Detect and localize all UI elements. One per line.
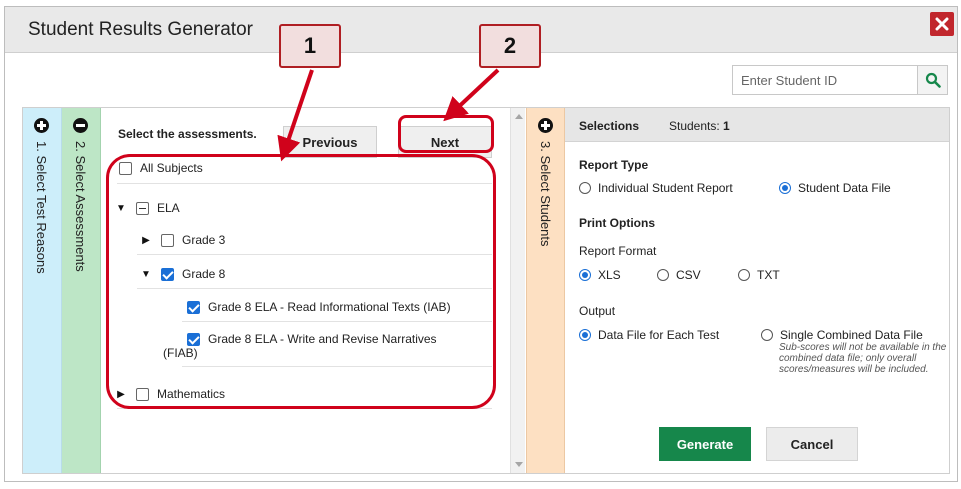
radio-label: Individual Student Report xyxy=(598,181,733,195)
radio-csv[interactable]: CSV xyxy=(657,268,701,282)
output-title: Output xyxy=(579,304,616,318)
radio-label: Student Data File xyxy=(798,181,891,195)
step-tab-students[interactable]: 3. Select Students xyxy=(526,108,565,473)
radio-single-combined[interactable]: Single Combined Data File xyxy=(761,328,923,342)
step-tab-assessments[interactable]: 2. Select Assessments xyxy=(62,108,101,473)
radio-button-selected[interactable] xyxy=(579,269,591,281)
students-value: 1 xyxy=(723,119,730,133)
radio-txt[interactable]: TXT xyxy=(738,268,780,282)
search-button[interactable] xyxy=(917,65,948,95)
selections-header: Selections Students: 1 xyxy=(565,108,949,142)
radio-button-selected[interactable] xyxy=(779,182,791,194)
highlight-next-button xyxy=(398,115,494,153)
minus-circle-icon xyxy=(73,118,88,133)
radio-button[interactable] xyxy=(738,269,750,281)
radio-button-selected[interactable] xyxy=(579,329,591,341)
radio-label: XLS xyxy=(598,268,621,282)
step-label: 3. Select Students xyxy=(538,141,553,247)
report-format-title: Report Format xyxy=(579,244,657,258)
radio-student-data-file[interactable]: Student Data File xyxy=(779,181,891,195)
radio-button[interactable] xyxy=(579,182,591,194)
search-icon xyxy=(925,72,941,88)
generate-button[interactable]: Generate xyxy=(659,427,751,461)
report-type-title: Report Type xyxy=(579,158,649,172)
radio-label: Data File for Each Test xyxy=(598,328,720,342)
dialog-title: Student Results Generator xyxy=(28,19,253,40)
print-options-title: Print Options xyxy=(579,216,655,230)
combined-file-note: Sub-scores will not be available in the … xyxy=(779,342,947,375)
step-tab-test-reasons[interactable]: 1. Select Test Reasons xyxy=(23,108,62,473)
instruction-text: Select the assessments. xyxy=(118,127,257,141)
students-count: Students: 1 xyxy=(669,119,730,133)
radio-label: TXT xyxy=(757,268,780,282)
radio-each-test[interactable]: Data File for Each Test xyxy=(579,328,719,342)
close-button[interactable] xyxy=(930,12,954,36)
radio-label: CSV xyxy=(676,268,701,282)
plus-circle-icon xyxy=(538,118,553,133)
cancel-button[interactable]: Cancel xyxy=(766,427,858,461)
radio-button[interactable] xyxy=(657,269,669,281)
close-icon xyxy=(935,17,949,31)
highlight-assessment-tree xyxy=(106,154,496,409)
students-label: Students: xyxy=(669,119,720,133)
callout-1: 1 xyxy=(279,24,341,68)
radio-individual-report[interactable]: Individual Student Report xyxy=(579,181,733,195)
plus-circle-icon xyxy=(34,118,49,133)
step-label: 2. Select Assessments xyxy=(73,141,88,272)
radio-label: Single Combined Data File xyxy=(780,328,923,342)
selections-title: Selections xyxy=(579,119,640,133)
radio-button[interactable] xyxy=(761,329,773,341)
student-id-input[interactable] xyxy=(732,65,918,95)
scroll-down-icon[interactable] xyxy=(515,462,523,467)
step-label: 1. Select Test Reasons xyxy=(34,141,49,274)
selections-panel: Selections Students: 1 Report Type Indiv… xyxy=(565,108,949,473)
radio-xls[interactable]: XLS xyxy=(579,268,621,282)
callout-2: 2 xyxy=(479,24,541,68)
scrollbar[interactable] xyxy=(510,108,525,473)
scroll-up-icon[interactable] xyxy=(515,114,523,119)
